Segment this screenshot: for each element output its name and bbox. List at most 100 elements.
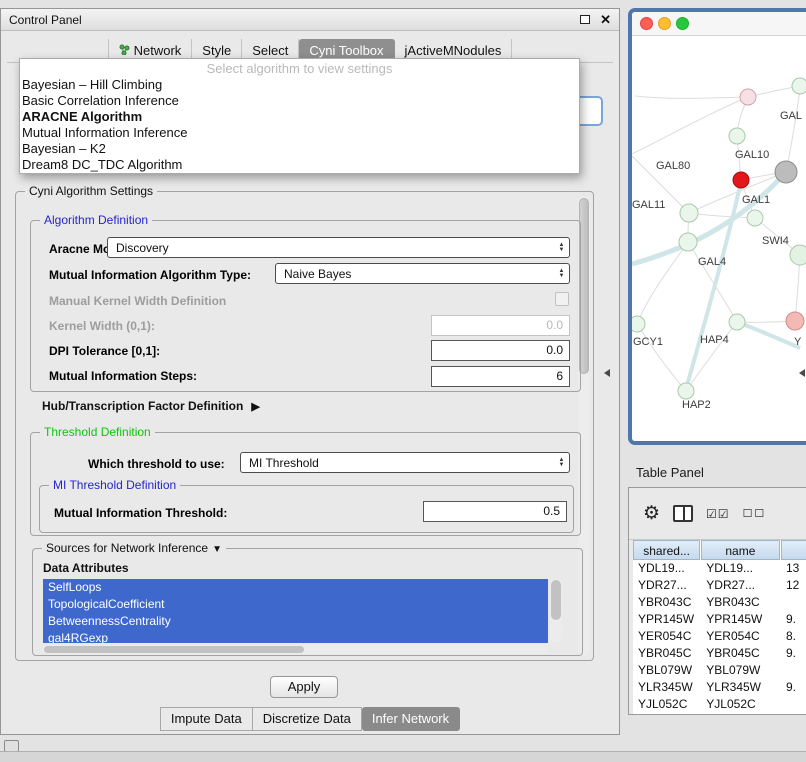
attributes-vscroll-thumb[interactable] — [551, 580, 561, 620]
which-threshold-combobox[interactable]: MI Threshold ▲▼ — [240, 452, 570, 473]
attributes-hscroll-thumb[interactable] — [44, 646, 304, 653]
control-panel-window: Control Panel ✕ NetworkStyleSelectCyni T… — [0, 8, 620, 735]
manual-kernel-checkbox[interactable] — [555, 292, 569, 306]
aracne-mode-combobox[interactable]: Discovery ▲▼ — [107, 237, 570, 258]
table-row[interactable]: YJL052CYJL052C — [633, 696, 806, 713]
bottom-tab-discretize-data[interactable]: Discretize Data — [253, 707, 362, 731]
network-window-titlebar — [632, 12, 806, 36]
table-cell: YDR27... — [633, 577, 701, 594]
network-node[interactable] — [679, 233, 697, 251]
apply-button[interactable]: Apply — [270, 676, 338, 698]
splitter-collapse-left-icon[interactable] — [604, 369, 610, 377]
select-all-checks-icon[interactable]: ☑☑ — [706, 507, 730, 521]
mi-threshold-definition-group: MI Threshold Definition Mutual Informati… — [39, 485, 574, 533]
table-row[interactable]: YBR045CYBR045C9. — [633, 645, 806, 662]
network-edge — [786, 90, 800, 172]
bottom-status-bar — [0, 751, 806, 762]
dpi-tolerance-label: DPI Tolerance [0,1]: — [49, 344, 160, 358]
table-cell: 9. — [781, 645, 806, 662]
minimize-traffic-light-icon[interactable] — [658, 17, 671, 30]
network-node[interactable] — [792, 78, 806, 94]
network-node[interactable] — [678, 383, 694, 399]
hub-definition-section[interactable]: Hub/Transcription Factor Definition ▶ — [42, 399, 260, 413]
bottom-tab-infer-network[interactable]: Infer Network — [362, 707, 460, 731]
mi-type-combobox[interactable]: Naive Bayes ▲▼ — [275, 263, 570, 284]
algorithm-option-dream8-dc-tdc-algorithm[interactable]: Dream8 DC_TDC Algorithm — [20, 157, 579, 173]
network-node[interactable] — [729, 314, 745, 330]
tab-label: Cyni Toolbox — [309, 43, 383, 58]
network-node[interactable] — [747, 210, 763, 226]
combo-stepper-icon[interactable]: ▲▼ — [554, 243, 569, 253]
bottom-tab-impute-data[interactable]: Impute Data — [160, 707, 253, 731]
network-edge — [635, 96, 748, 98]
algorithm-option-mutual-information-inference[interactable]: Mutual Information Inference — [20, 125, 579, 141]
tab-label: Style — [202, 43, 231, 58]
algorithm-option-basic-correlation-inference[interactable]: Basic Correlation Inference — [20, 93, 579, 109]
combo-stepper-icon[interactable]: ▲▼ — [554, 269, 569, 279]
splitter-collapse-right-icon[interactable] — [799, 369, 805, 377]
table-cell: YER054C — [633, 628, 701, 645]
column-header-0[interactable]: shared... — [633, 540, 700, 560]
network-node[interactable] — [680, 204, 698, 222]
close-traffic-light-icon[interactable] — [640, 17, 653, 30]
gear-icon[interactable]: ⚙ — [643, 502, 660, 525]
algorithm-dropdown-placeholder: Select algorithm to view settings — [20, 60, 579, 77]
attribute-item-topologicalcoefficient[interactable]: TopologicalCoefficient — [43, 596, 548, 613]
expand-right-icon[interactable]: ▶ — [251, 400, 259, 413]
network-node[interactable] — [740, 89, 756, 105]
algorithm-definition-title: Algorithm Definition — [40, 213, 152, 228]
table-row[interactable]: YBR043CYBR043C — [633, 594, 806, 611]
table-row[interactable]: YER054CYER054C8. — [633, 628, 806, 645]
mi-steps-input[interactable]: 6 — [431, 366, 570, 387]
zoom-traffic-light-icon[interactable] — [676, 17, 689, 30]
network-node[interactable] — [729, 128, 745, 144]
attribute-item-selfloops[interactable]: SelfLoops — [43, 579, 548, 596]
column-layout-icon[interactable] — [673, 505, 693, 522]
column-header-1[interactable]: name — [701, 540, 779, 560]
attributes-list-hscrollbar[interactable] — [43, 645, 548, 654]
deselect-all-boxes-icon[interactable]: ☐☐ — [743, 507, 767, 520]
algorithm-option-aracne-algorithm[interactable]: ARACNE Algorithm — [20, 109, 579, 125]
table-row[interactable]: YBL079WYBL079W — [633, 662, 806, 679]
kernel-width-input[interactable]: 0.0 — [431, 315, 570, 336]
mi-threshold-input[interactable]: 0.5 — [423, 501, 567, 522]
dpi-tolerance-input[interactable]: 0.0 — [431, 340, 570, 361]
network-node[interactable] — [733, 172, 749, 188]
tab-label: jActiveMNodules — [405, 43, 502, 58]
network-node[interactable] — [775, 161, 797, 183]
attributes-list-vscrollbar[interactable] — [550, 579, 562, 643]
algorithm-option-bayesian-hill-climbing[interactable]: Bayesian – Hill Climbing — [20, 77, 579, 93]
combo-stepper-icon[interactable]: ▲▼ — [554, 458, 569, 468]
table-row[interactable]: YPR145WYPR145W9. — [633, 611, 806, 628]
which-threshold-value: MI Threshold — [241, 456, 554, 470]
float-window-icon[interactable] — [580, 15, 590, 24]
node-label: GAL1 — [742, 194, 770, 206]
table-row[interactable]: YDR27...YDR27...12 — [633, 577, 806, 594]
network-canvas[interactable]: GAL80GAL10GAL11GAL1SWI4GAL4GCY1HAP4HAP2G… — [632, 36, 806, 441]
data-attributes-list[interactable]: SelfLoopsTopologicalCoefficientBetweenne… — [43, 579, 548, 643]
table-cell: 12 — [781, 577, 806, 594]
network-node[interactable] — [790, 245, 806, 265]
control-panel-titlebar: Control Panel ✕ — [1, 9, 619, 31]
hub-definition-label: Hub/Transcription Factor Definition — [42, 399, 243, 413]
table-cell: YDL19... — [701, 560, 781, 577]
table-cell: YJL052C — [701, 696, 781, 713]
table-cell: YPR145W — [701, 611, 781, 628]
table-row[interactable]: YLR345WYLR345W9. — [633, 679, 806, 696]
node-label: GAL4 — [698, 256, 726, 268]
sources-group-title[interactable]: Sources for Network Inference▼ — [42, 541, 226, 557]
table-row[interactable]: YDL19...YDL19...13 — [633, 560, 806, 577]
collapse-down-icon[interactable]: ▼ — [212, 544, 222, 555]
tab-label: Network — [134, 43, 182, 58]
close-window-icon[interactable]: ✕ — [600, 12, 611, 28]
network-node[interactable] — [632, 316, 645, 332]
attribute-item-betweennesscentrality[interactable]: BetweennessCentrality — [43, 613, 548, 630]
algorithm-option-bayesian-k2[interactable]: Bayesian – K2 — [20, 141, 579, 157]
threshold-definition-title: Threshold Definition — [40, 425, 155, 440]
node-label: HAP4 — [700, 334, 729, 346]
column-header-2[interactable] — [781, 540, 806, 560]
network-view-window: GAL80GAL10GAL11GAL1SWI4GAL4GCY1HAP4HAP2G… — [628, 8, 806, 445]
mi-threshold-definition-title: MI Threshold Definition — [49, 478, 180, 493]
network-node[interactable] — [786, 312, 804, 330]
attribute-item-gal4rgexp[interactable]: gal4RGexp — [43, 630, 548, 643]
